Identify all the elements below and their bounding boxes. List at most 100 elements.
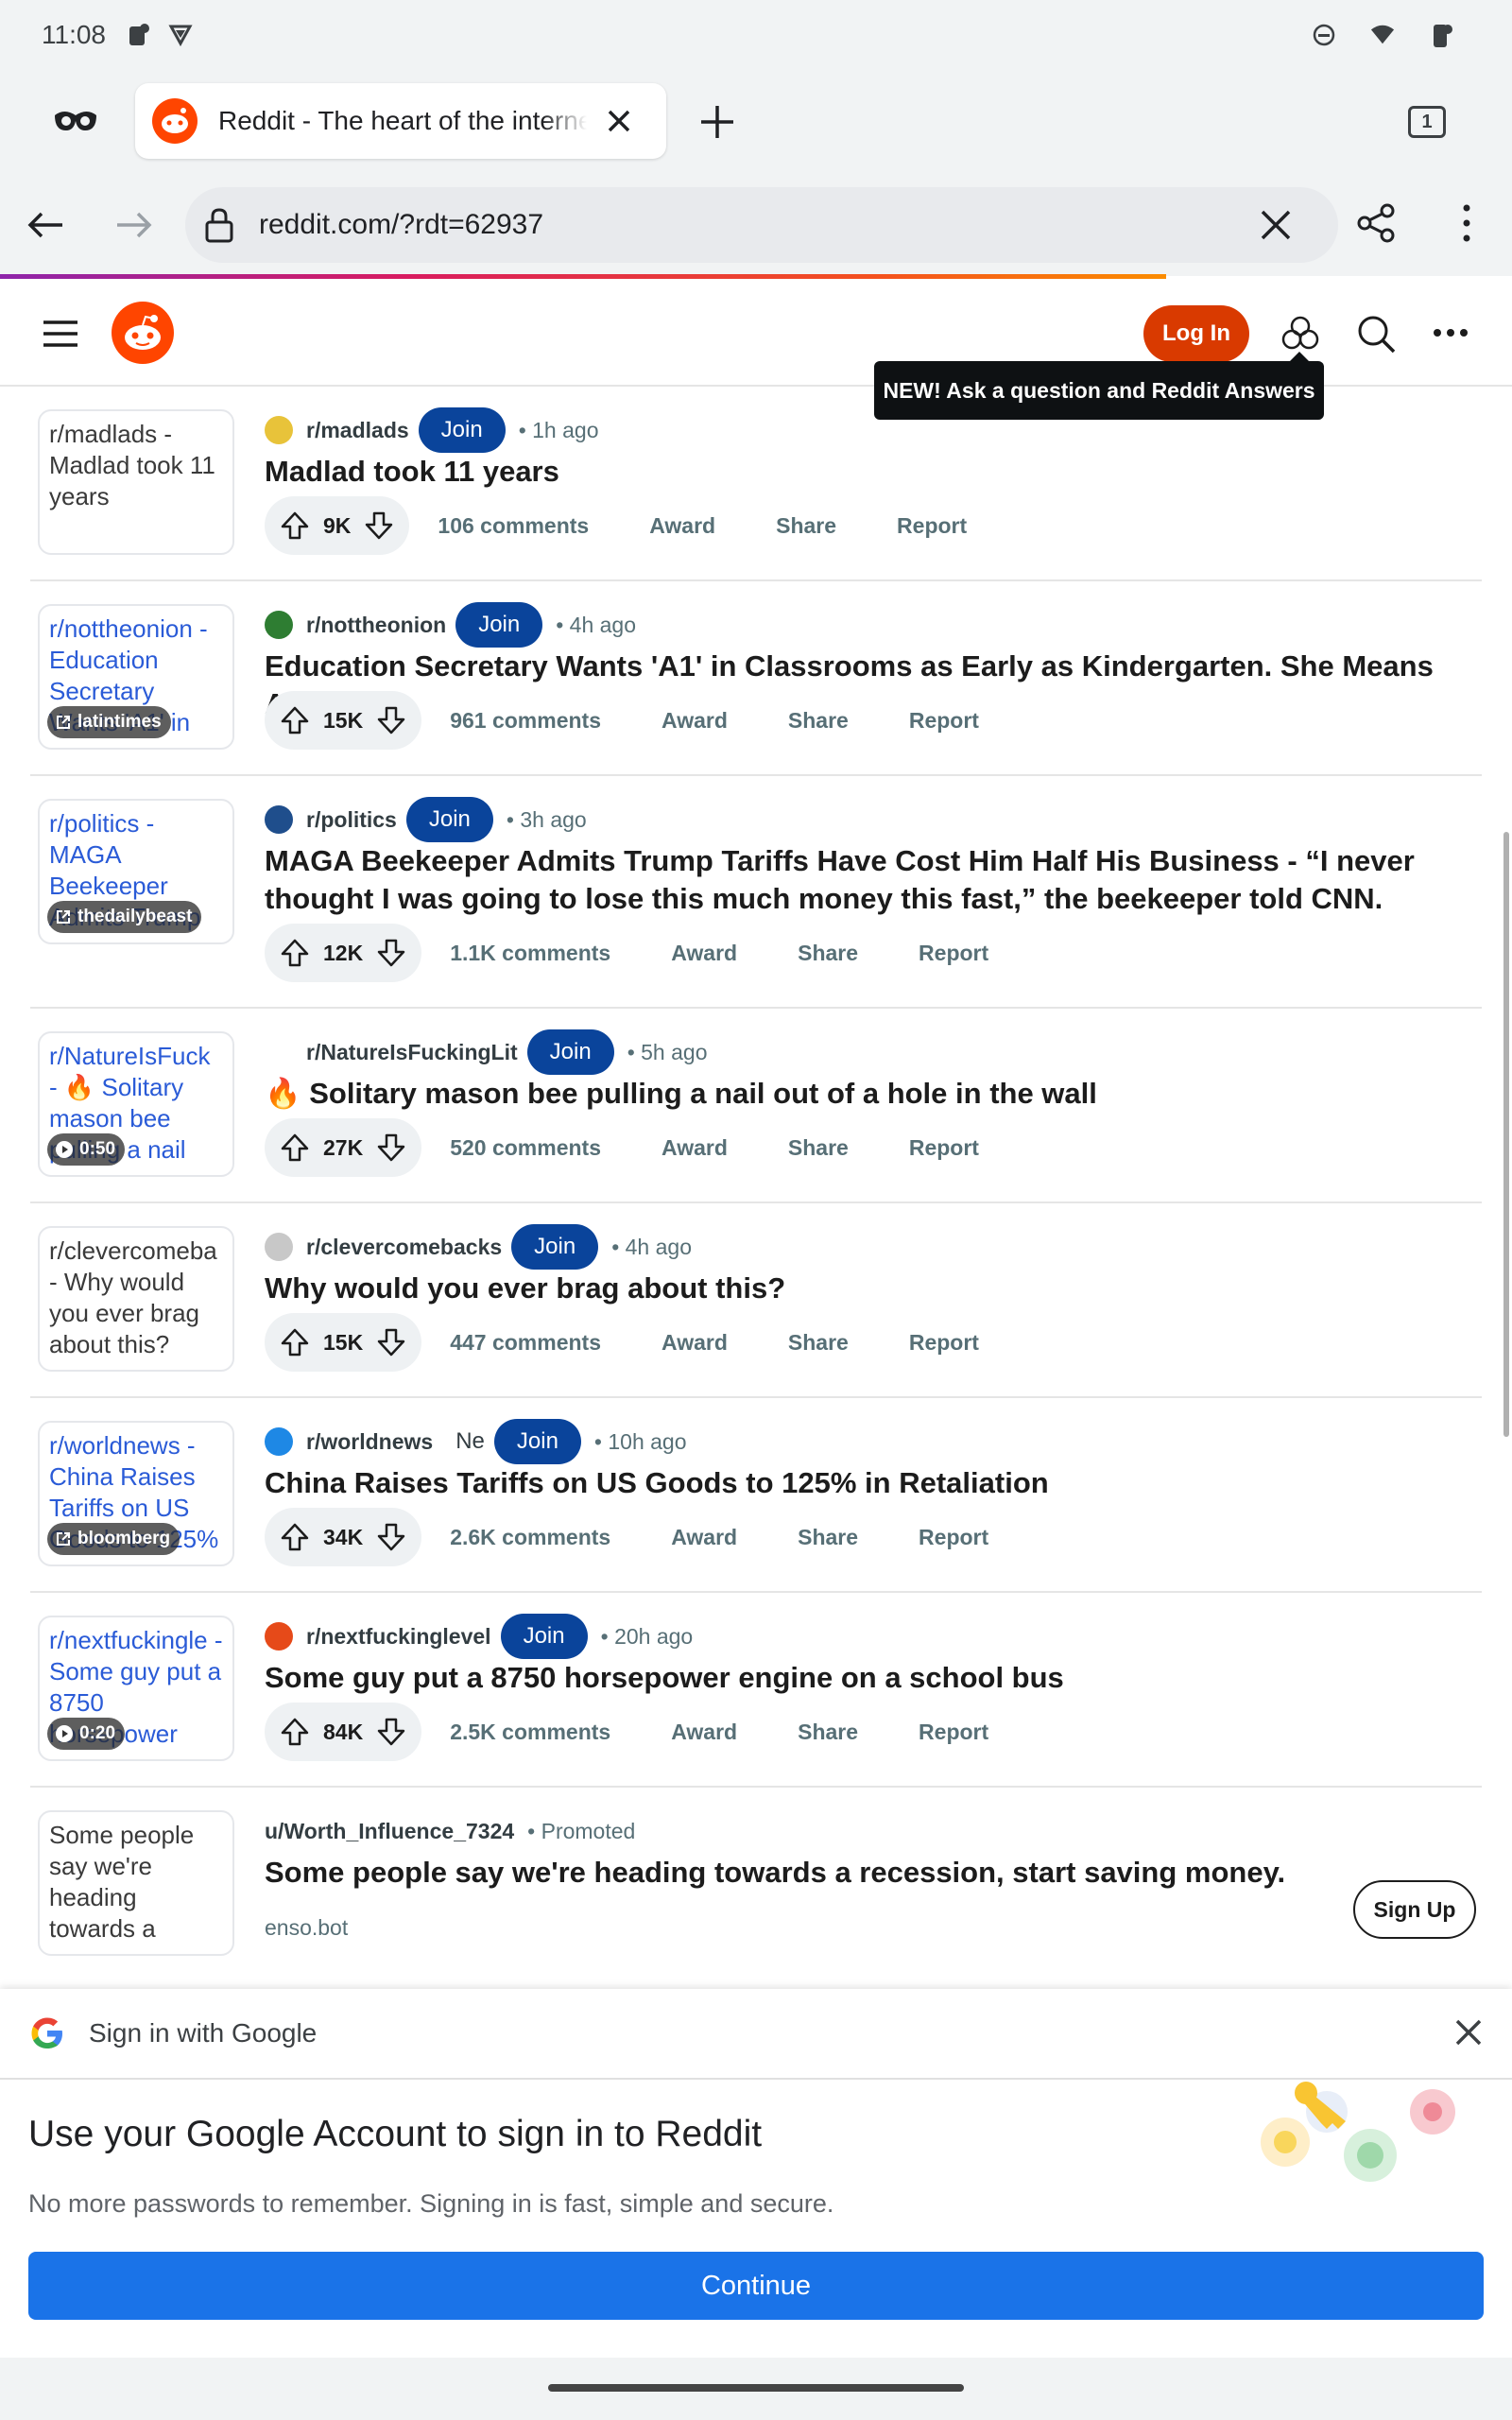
report-button[interactable]: Report	[909, 1330, 979, 1356]
clear-url-icon[interactable]	[1257, 206, 1295, 244]
post-thumbnail[interactable]: r/NatureIsFuck - 🔥 Solitary mason bee pu…	[38, 1031, 234, 1177]
post-thumbnail[interactable]: r/politics - MAGA Beekeeper Admits Trump…	[38, 799, 234, 944]
incognito-icon[interactable]	[53, 106, 98, 136]
post-thumbnail[interactable]: Some people say we're heading towards a	[38, 1810, 234, 1956]
post-thumbnail[interactable]: r/nottheonion - Education Secretary Want…	[38, 604, 234, 750]
post-thumbnail[interactable]: r/worldnews - China Raises Tariffs on US…	[38, 1421, 234, 1566]
subreddit-icon[interactable]	[265, 1038, 293, 1066]
share-button[interactable]: Share	[788, 1135, 849, 1161]
subreddit-icon[interactable]	[265, 611, 293, 639]
comments-link[interactable]: 2.5K comments	[450, 1720, 610, 1745]
report-button[interactable]: Report	[909, 1135, 979, 1161]
comments-link[interactable]: 1.1K comments	[450, 941, 610, 966]
share-button[interactable]: Share	[788, 1330, 849, 1356]
post-title[interactable]: Some guy put a 8750 horsepower engine on…	[265, 1659, 1465, 1697]
post-card[interactable]: r/clevercomeba - Why would you ever brag…	[30, 1203, 1482, 1398]
share-button[interactable]: Share	[798, 1720, 858, 1745]
subreddit-icon[interactable]	[265, 416, 293, 444]
share-button[interactable]: Share	[798, 941, 858, 966]
subreddit-name[interactable]: r/politics	[306, 807, 397, 833]
advertiser-name[interactable]: u/Worth_Influence_7324	[265, 1819, 514, 1844]
join-button[interactable]: Join	[455, 602, 543, 648]
gesture-handle[interactable]	[548, 2384, 964, 2392]
upvote-icon[interactable]	[280, 1327, 310, 1357]
downvote-icon[interactable]	[376, 1327, 406, 1357]
downvote-icon[interactable]	[376, 1522, 406, 1552]
join-button[interactable]: Join	[405, 797, 493, 842]
address-bar[interactable]: reddit.com/?rdt=62937	[185, 187, 1338, 263]
reddit-logo-icon[interactable]	[112, 302, 174, 364]
subreddit-name[interactable]: r/NatureIsFuckingLit	[306, 1040, 518, 1065]
comments-link[interactable]: 106 comments	[438, 513, 589, 539]
join-button[interactable]: Join	[418, 407, 506, 453]
share-button[interactable]: Share	[798, 1525, 858, 1550]
upvote-icon[interactable]	[280, 510, 310, 541]
award-button[interactable]: Award	[649, 513, 715, 539]
page-scrollbar[interactable]	[1503, 832, 1509, 1437]
award-button[interactable]: Award	[671, 1525, 737, 1550]
more-options-icon[interactable]	[1433, 326, 1469, 339]
promoted-post-card[interactable]: Some people say we're heading towards a …	[30, 1788, 1482, 2005]
post-title[interactable]: Some people say we're heading towards a …	[265, 1854, 1465, 1892]
post-card[interactable]: r/NatureIsFuck - 🔥 Solitary mason bee pu…	[30, 1009, 1482, 1203]
post-card[interactable]: r/politics - MAGA Beekeeper Admits Trump…	[30, 776, 1482, 1009]
comments-link[interactable]: 2.6K comments	[450, 1525, 610, 1550]
browser-tab-reddit[interactable]: Reddit - The heart of the internet	[135, 83, 666, 159]
subreddit-icon[interactable]	[265, 805, 293, 834]
url-text[interactable]: reddit.com/?rdt=62937	[259, 209, 543, 241]
upvote-icon[interactable]	[280, 1717, 310, 1747]
upvote-icon[interactable]	[280, 705, 310, 735]
post-title[interactable]: Why would you ever brag about this?	[265, 1270, 1465, 1307]
post-thumbnail[interactable]: r/clevercomeba - Why would you ever brag…	[38, 1226, 234, 1372]
post-thumbnail[interactable]: r/nextfuckingle - Some guy put a 8750 ho…	[38, 1616, 234, 1761]
post-thumbnail[interactable]: r/madlads - Madlad took 11 years	[38, 409, 234, 555]
comments-link[interactable]: 447 comments	[450, 1330, 601, 1356]
join-button[interactable]: Join	[511, 1224, 599, 1270]
downvote-icon[interactable]	[364, 510, 394, 541]
share-button[interactable]: Share	[776, 513, 836, 539]
sign-up-button[interactable]: Sign Up	[1353, 1880, 1476, 1939]
downvote-icon[interactable]	[376, 1132, 406, 1163]
join-button[interactable]: Join	[526, 1029, 614, 1075]
hamburger-menu-icon[interactable]	[42, 319, 79, 349]
google-continue-button[interactable]: Continue	[28, 2252, 1484, 2320]
award-button[interactable]: Award	[662, 1135, 728, 1161]
award-button[interactable]: Award	[671, 941, 737, 966]
subreddit-name[interactable]: r/clevercomebacks	[306, 1235, 502, 1260]
search-icon[interactable]	[1355, 313, 1397, 354]
new-tab-plus-icon[interactable]	[696, 100, 739, 144]
post-card[interactable]: r/nextfuckingle - Some guy put a 8750 ho…	[30, 1593, 1482, 1788]
downvote-icon[interactable]	[376, 705, 406, 735]
share-button[interactable]: Share	[788, 708, 849, 734]
back-arrow-icon[interactable]	[25, 204, 66, 246]
report-button[interactable]: Report	[919, 1525, 988, 1550]
join-button[interactable]: Join	[493, 1419, 581, 1464]
upvote-icon[interactable]	[280, 1522, 310, 1552]
close-tab-icon[interactable]	[602, 104, 636, 138]
reddit-answers-icon[interactable]	[1280, 313, 1321, 354]
subreddit-name[interactable]: r/nottheonion	[306, 613, 446, 638]
award-button[interactable]: Award	[671, 1720, 737, 1745]
post-card[interactable]: r/nottheonion - Education Secretary Want…	[30, 581, 1482, 776]
join-button[interactable]: Join	[500, 1614, 588, 1659]
subreddit-name[interactable]: r/nextfuckinglevel	[306, 1624, 491, 1650]
upvote-icon[interactable]	[280, 1132, 310, 1163]
share-icon[interactable]	[1355, 202, 1397, 244]
lock-icon[interactable]	[204, 206, 234, 244]
ad-domain[interactable]: enso.bot	[265, 1915, 348, 1941]
upvote-icon[interactable]	[280, 938, 310, 968]
award-button[interactable]: Award	[662, 708, 728, 734]
post-title[interactable]: MAGA Beekeeper Admits Trump Tariffs Have…	[265, 842, 1465, 918]
report-button[interactable]: Report	[897, 513, 967, 539]
subreddit-name[interactable]: r/madlads	[306, 418, 409, 443]
report-button[interactable]: Report	[909, 708, 979, 734]
report-button[interactable]: Report	[919, 1720, 988, 1745]
award-button[interactable]: Award	[662, 1330, 728, 1356]
close-icon[interactable]	[1452, 2015, 1486, 2049]
post-title[interactable]: 🔥 Solitary mason bee pulling a nail out …	[265, 1075, 1465, 1113]
comments-link[interactable]: 520 comments	[450, 1135, 601, 1161]
browser-menu-icon[interactable]	[1448, 202, 1486, 244]
comments-link[interactable]: 961 comments	[450, 708, 601, 734]
post-title[interactable]: Madlad took 11 years	[265, 453, 1465, 491]
subreddit-icon[interactable]	[265, 1233, 293, 1261]
